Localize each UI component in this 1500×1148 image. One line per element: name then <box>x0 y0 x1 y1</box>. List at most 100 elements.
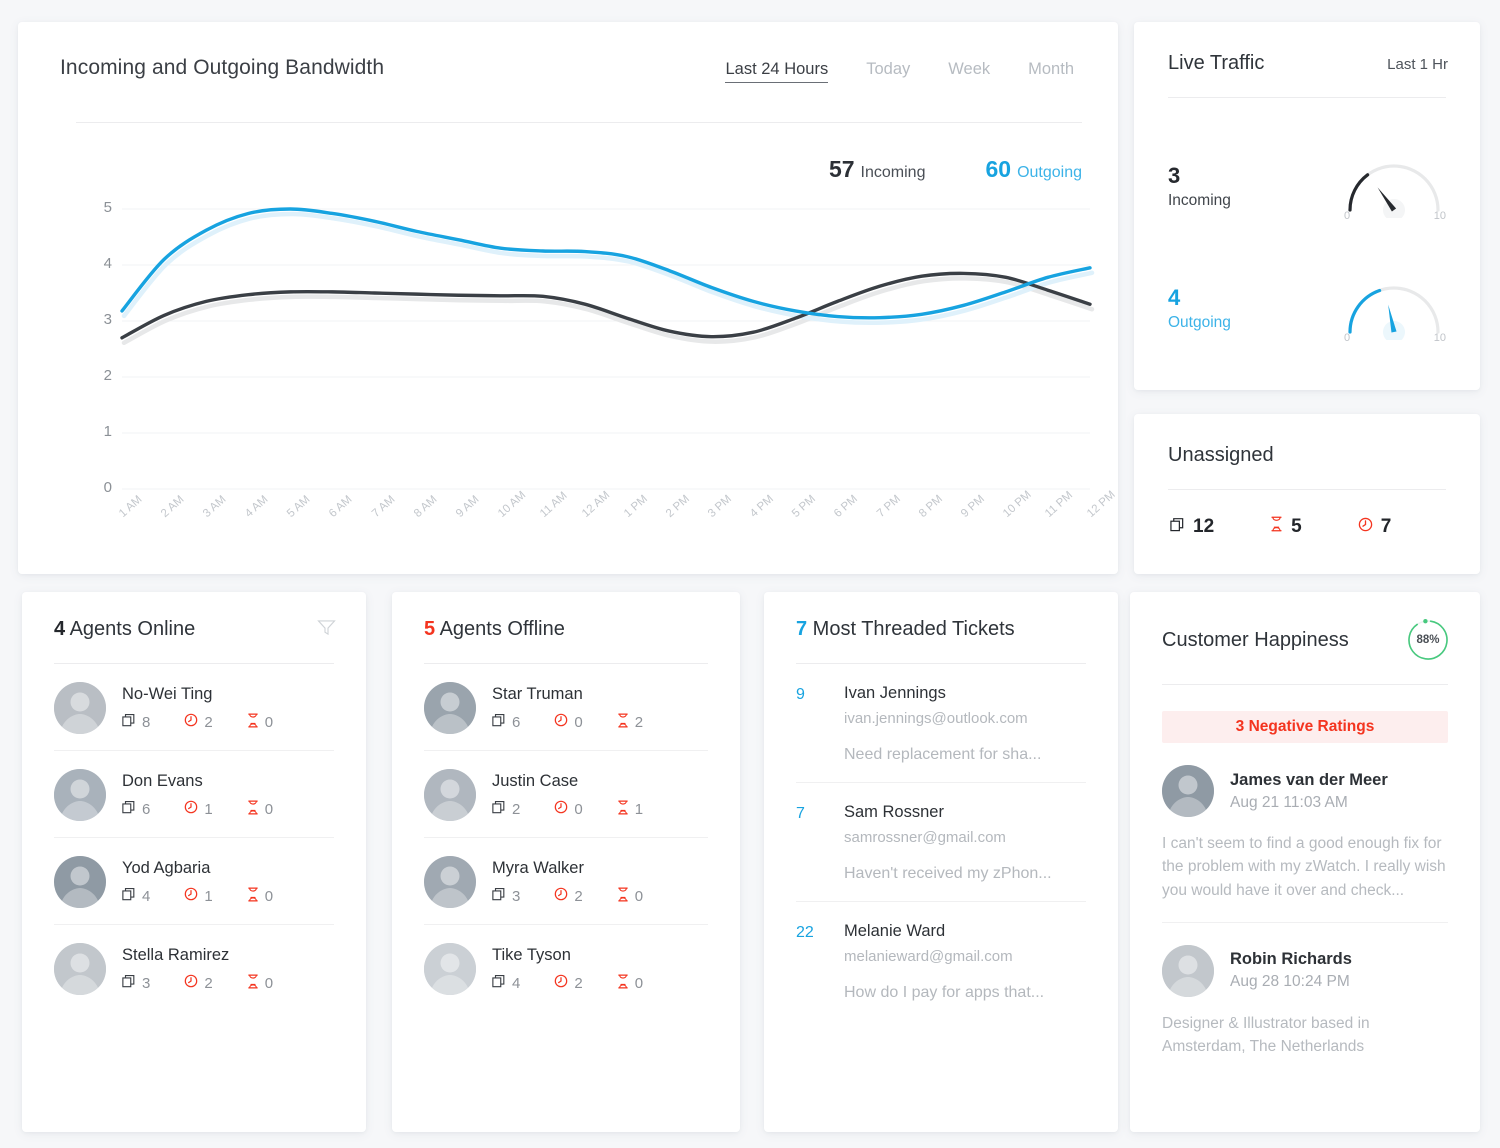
agent-pending: 1 <box>617 800 643 819</box>
review-item[interactable]: James van der Meer Aug 21 11:03 AM I can… <box>1162 743 1448 902</box>
review-item[interactable]: Robin Richards Aug 28 10:24 PM Designer … <box>1162 921 1448 1059</box>
ticket-subject: Haven't received my zPhon... <box>844 865 1052 882</box>
tickets-icon <box>122 887 136 905</box>
avatar <box>424 943 476 995</box>
clock-icon <box>184 713 198 731</box>
avatar <box>1162 944 1214 997</box>
clock-icon <box>554 800 568 818</box>
agent-overdue-value: 0 <box>574 713 583 731</box>
agent-pending-value: 0 <box>264 974 274 992</box>
ticket-info: Melanie Ward melanieward@gmail.com How d… <box>844 922 1044 1002</box>
agent-row[interactable]: No-Wei Ting 8 2 0 <box>54 664 334 751</box>
agent-pending: 0 <box>617 974 643 993</box>
agents-offline-card: 5 Agents Offline Star Truman 6 0 2 Justi… <box>392 592 740 1132</box>
agents-offline-title-text: Agents Offline <box>435 618 565 640</box>
agent-name: Tike Tyson <box>492 945 571 964</box>
agent-tickets-value: 4 <box>142 887 151 905</box>
agent-overdue: 2 <box>554 887 583 905</box>
agent-tickets: 8 <box>122 713 150 731</box>
live-traffic-card: Live Traffic Last 1 Hr 3 Incoming 0 10 4… <box>1134 22 1480 390</box>
y-axis-tick: 1 <box>103 423 112 440</box>
dashboard: Incoming and Outgoing Bandwidth Last 24 … <box>0 0 1500 1148</box>
gauge-incoming-max: 10 <box>1433 210 1446 222</box>
legend-outgoing: 60 Outgoing <box>985 156 1082 183</box>
unassigned-pending[interactable]: 5 <box>1270 516 1302 538</box>
agent-pending-value: 0 <box>264 713 274 731</box>
agent-name: Don Evans <box>122 771 203 790</box>
tab-month[interactable]: Month <box>1028 60 1074 83</box>
negative-ratings-pill[interactable]: 3 Negative Ratings <box>1162 711 1448 743</box>
filter-icon[interactable] <box>317 619 336 641</box>
hourglass-icon <box>1270 516 1283 538</box>
agent-row[interactable]: Star Truman 6 0 2 <box>424 664 708 751</box>
avatar <box>1162 765 1214 817</box>
review-meta: James van der Meer Aug 21 11:03 AM <box>1230 771 1388 812</box>
agent-row[interactable]: Myra Walker 3 2 0 <box>424 838 708 925</box>
agent-tickets: 6 <box>492 713 520 731</box>
hourglass-icon <box>247 974 259 993</box>
review-header: James van der Meer Aug 21 11:03 AM <box>1162 765 1448 817</box>
ticket-requester-name: Sam Rossner <box>844 803 944 821</box>
gauge-row-outgoing: 4 Outgoing 0 10 <box>1134 246 1480 368</box>
agent-row[interactable]: Tike Tyson 4 2 0 <box>424 925 708 1011</box>
tickets-icon <box>492 887 506 905</box>
agent-row[interactable]: Yod Agbaria 4 1 0 <box>54 838 334 925</box>
tickets-icon <box>492 713 506 731</box>
ticket-subject: How do I pay for apps that... <box>844 984 1045 1001</box>
tab-week[interactable]: Week <box>948 60 990 83</box>
ticket-row[interactable]: 7 Sam Rossner samrossner@gmail.com Haven… <box>796 783 1086 902</box>
y-axis-tick: 0 <box>103 479 112 496</box>
agent-pending: 0 <box>247 887 273 906</box>
clock-icon <box>554 713 568 731</box>
most-threaded-tickets-card: 7 Most Threaded Tickets 9 Ivan Jennings … <box>764 592 1118 1132</box>
hourglass-icon <box>617 713 629 732</box>
y-axis-tick: 3 <box>103 311 112 328</box>
agent-pending-value: 0 <box>264 800 274 818</box>
happiness-header: Customer Happiness 88% <box>1130 592 1480 662</box>
agent-pending: 0 <box>247 974 273 993</box>
avatar <box>54 769 106 821</box>
avatar <box>424 856 476 908</box>
agent-info: Yod Agbaria 4 1 0 <box>122 859 273 906</box>
review-meta: Robin Richards Aug 28 10:24 PM <box>1230 950 1352 991</box>
live-traffic-range[interactable]: Last 1 Hr <box>1387 56 1448 73</box>
agent-overdue: 2 <box>554 974 583 992</box>
agent-pending: 2 <box>617 713 643 732</box>
hourglass-icon <box>247 800 259 819</box>
agent-pending-value: 0 <box>634 887 644 905</box>
unassigned-overdue[interactable]: 7 <box>1358 516 1391 538</box>
review-timestamp: Aug 28 10:24 PM <box>1230 973 1350 991</box>
tickets-count: 7 <box>796 618 808 640</box>
agent-tickets: 6 <box>122 800 150 818</box>
agent-info: Justin Case 2 0 1 <box>492 772 643 819</box>
tab-today[interactable]: Today <box>866 60 910 83</box>
agent-row[interactable]: Stella Ramirez 3 2 0 <box>54 925 334 1011</box>
tickets-icon <box>122 713 136 731</box>
agents-online-card: 4 Agents Online No-Wei Ting 8 2 0 Don Ev… <box>22 592 366 1132</box>
bandwidth-legend: 57 Incoming 60 Outgoing <box>829 156 1082 183</box>
avatar-image <box>1162 765 1214 817</box>
clock-icon <box>1358 516 1373 538</box>
avatar <box>54 682 106 734</box>
agent-row[interactable]: Don Evans 6 1 0 <box>54 751 334 838</box>
bandwidth-header: Incoming and Outgoing Bandwidth Last 24 … <box>18 22 1118 83</box>
agent-tickets-value: 3 <box>512 887 521 905</box>
unassigned-tickets[interactable]: 12 <box>1170 516 1214 538</box>
gauge-outgoing-max: 10 <box>1433 332 1446 344</box>
ticket-requester-email: samrossner@gmail.com <box>844 829 1006 846</box>
agent-info: Tike Tyson 4 2 0 <box>492 946 643 993</box>
agent-pending-value: 0 <box>264 887 274 905</box>
ticket-row[interactable]: 22 Melanie Ward melanieward@gmail.com Ho… <box>796 902 1086 1020</box>
divider <box>76 122 1082 123</box>
agent-tickets: 4 <box>122 887 150 905</box>
agent-overdue: 2 <box>184 713 213 731</box>
agent-stats: 2 0 1 <box>492 800 643 819</box>
agent-overdue-value: 1 <box>204 887 213 905</box>
agent-stats: 4 2 0 <box>492 974 643 993</box>
happiness-title: Customer Happiness <box>1162 628 1349 651</box>
tab-last-24-hours[interactable]: Last 24 Hours <box>725 60 829 83</box>
gauge-outgoing-min: 0 <box>1344 332 1351 344</box>
agent-stats: 4 1 0 <box>122 887 273 906</box>
agent-row[interactable]: Justin Case 2 0 1 <box>424 751 708 838</box>
ticket-row[interactable]: 9 Ivan Jennings ivan.jennings@outlook.co… <box>796 664 1086 783</box>
